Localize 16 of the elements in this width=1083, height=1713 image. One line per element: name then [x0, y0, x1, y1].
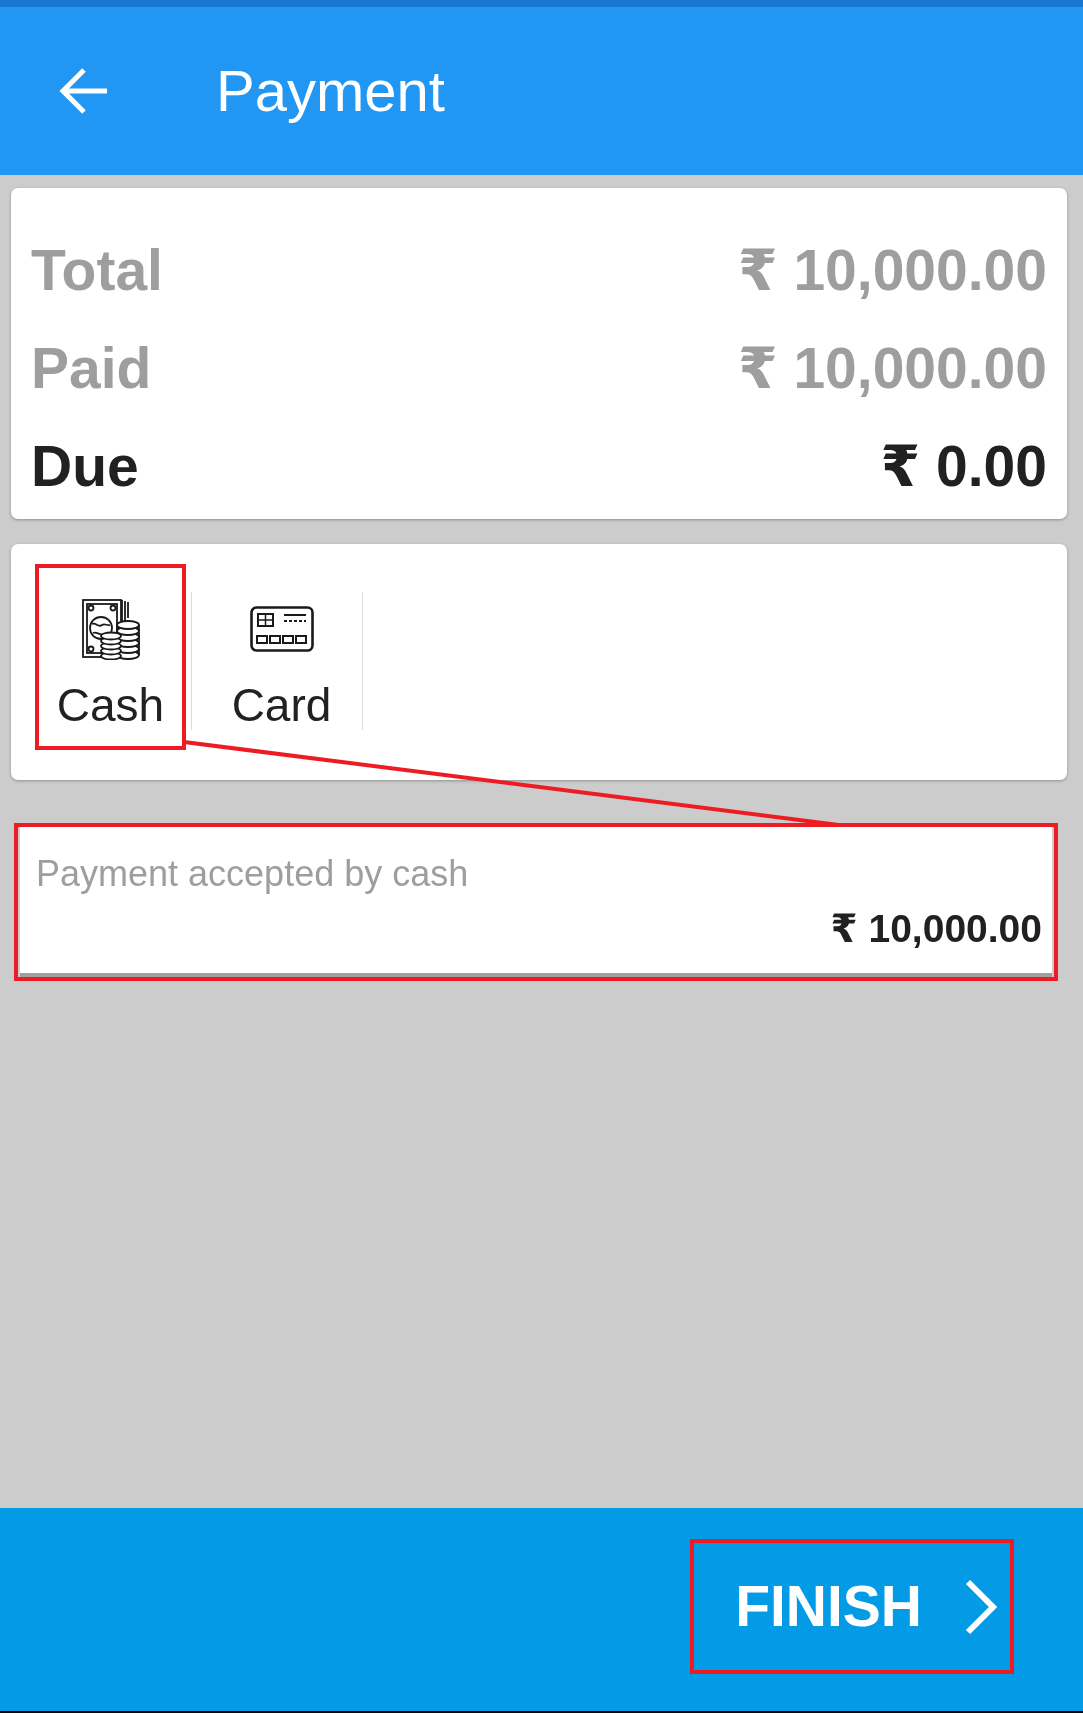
- payment-method-button[interactable]: Card: [206, 564, 357, 750]
- chevron-right-icon: [964, 1578, 998, 1635]
- summary-label: Paid: [31, 339, 152, 397]
- payment-method-button[interactable]: Cash: [35, 564, 186, 750]
- amount-field[interactable]: Payment accepted by cash ₹ 10,000.00: [20, 827, 1052, 977]
- cash-icon: [80, 598, 141, 660]
- summary-label: Total: [31, 241, 163, 299]
- field-label: Payment accepted by cash: [36, 852, 469, 896]
- amount-input[interactable]: ₹ 10,000.00: [36, 906, 1042, 952]
- screen-title: Payment: [216, 57, 445, 126]
- summary-amount: ₹ 10,000.00: [737, 241, 1047, 299]
- credit-card-icon: [249, 606, 314, 652]
- summary-label: Due: [31, 437, 139, 495]
- summary-amount: ₹ 0.00: [880, 437, 1047, 495]
- back-arrow-icon: [59, 67, 109, 115]
- summary-amount: ₹ 10,000.00: [737, 339, 1047, 397]
